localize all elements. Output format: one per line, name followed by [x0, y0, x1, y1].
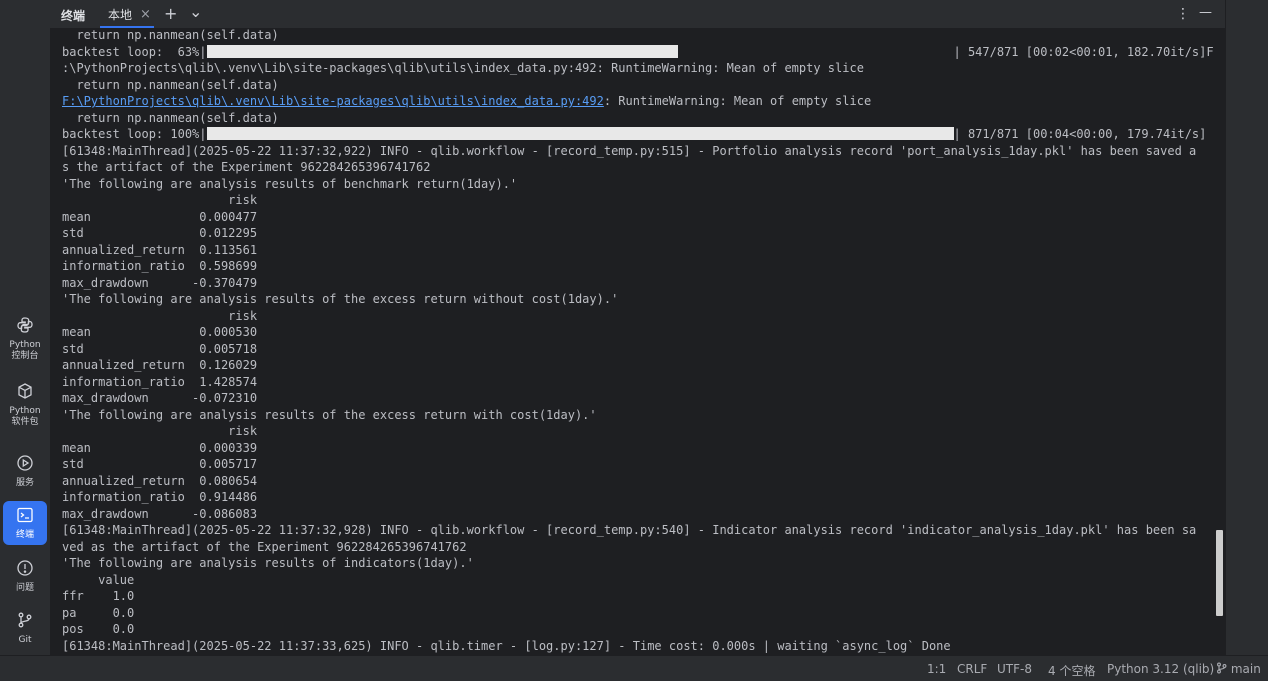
progress-stats: | 547/871 [00:02<00:01, 182.70it/s]F	[953, 44, 1214, 59]
tool-terminal[interactable]: 终端	[3, 501, 47, 545]
terminal-line: information_ratio 0.914486	[62, 490, 258, 504]
tool-label: 服务	[15, 477, 34, 488]
terminal-line: 'The following are analysis results of t…	[62, 407, 597, 422]
terminal-line: 'The following are analysis results of i…	[62, 556, 474, 570]
tool-python-console[interactable]: Python 控制台	[3, 317, 47, 361]
terminal-line: mean 0.000530	[62, 325, 258, 339]
terminal-line: max_drawdown -0.370479	[62, 275, 258, 290]
terminal-lines: return np.nanmean(self.data) backtest loo…	[62, 28, 1214, 654]
git-branch[interactable]: main	[1216, 662, 1261, 676]
terminal-line: 'The following are analysis results of b…	[62, 176, 518, 191]
terminal-header: 终端 本地 × + ⌄ ⋮ —	[50, 0, 1226, 28]
terminal-line: return np.nanmean(self.data)	[62, 28, 279, 42]
terminal-output[interactable]: return np.nanmean(self.data) backtest loo…	[62, 28, 1220, 655]
terminal-line: [61348:MainThread](2025-05-22 11:37:33,6…	[62, 638, 951, 653]
caret-position[interactable]: 1:1	[927, 662, 946, 676]
terminal-line: mean 0.000477	[62, 209, 258, 224]
right-tool-strip	[1225, 0, 1268, 655]
more-options-icon[interactable]: ⋮	[1176, 5, 1190, 23]
tool-label: Python 软件包	[9, 406, 41, 427]
tool-services[interactable]: 服务	[3, 449, 47, 493]
terminal-line: pos 0.0	[62, 622, 135, 636]
terminal-line: std 0.005718	[62, 341, 258, 356]
terminal-line: risk	[62, 308, 258, 323]
terminal-line: mean 0.000339	[62, 440, 258, 455]
terminal-line: pa 0.0	[62, 605, 135, 620]
panel-title: 终端	[61, 9, 86, 23]
terminal-line: [61348:MainThread](2025-05-22 11:37:32,9…	[62, 523, 1197, 537]
python-interpreter[interactable]: Python 3.12 (qlib)	[1107, 662, 1214, 676]
line-text: : RuntimeWarning: Mean of empty slice	[603, 94, 872, 108]
terminal-line: ved as the artifact of the Experiment 96…	[62, 539, 467, 554]
terminal-line: annualized_return 0.126029	[62, 358, 258, 372]
packages-icon	[16, 382, 34, 406]
progress-label: backtest loop: 63%|	[62, 44, 207, 59]
terminal-line: return np.nanmean(self.data)	[62, 110, 279, 125]
add-tab-icon[interactable]: +	[164, 5, 177, 23]
file-link[interactable]: F:\PythonProjects\qlib\.venv\Lib\site-pa…	[62, 94, 604, 108]
line-ending[interactable]: CRLF	[957, 662, 987, 676]
branch-name: main	[1230, 662, 1261, 676]
terminal-line: s the artifact of the Experiment 9622842…	[62, 160, 431, 174]
progress-label: backtest loop: 100%|	[62, 127, 207, 141]
progress-stats: | 871/871 [00:04<00:00, 179.74it/s]	[953, 127, 1207, 141]
tool-label: 问题	[15, 582, 34, 593]
terminal-scrollbar[interactable]	[1216, 530, 1223, 616]
python-icon	[16, 316, 34, 340]
terminal-panel: 终端 本地 × + ⌄ ⋮ — return np.nanmean(self.d…	[50, 0, 1226, 655]
status-bar: 1:1 CRLF UTF-8 4 个空格 Python 3.12 (qlib) …	[0, 655, 1268, 681]
tool-label: Python 控制台	[9, 340, 41, 361]
terminal-line: information_ratio 1.428574	[62, 374, 258, 389]
terminal-line: 'The following are analysis results of t…	[62, 292, 619, 306]
ide-window: Python 控制台 Python 软件包 服务 终端 问题 Git 终端 本地…	[0, 0, 1268, 681]
terminal-line: std 0.012295	[62, 226, 258, 240]
terminal-line: max_drawdown -0.072310	[62, 391, 258, 405]
terminal-line: :\PythonProjects\qlib\.venv\Lib\site-pac…	[62, 61, 864, 75]
progress-bar-fill	[206, 127, 954, 140]
tool-label: 终端	[15, 529, 34, 540]
branch-icon	[1217, 662, 1227, 674]
terminal-line: [61348:MainThread](2025-05-22 11:37:32,9…	[62, 143, 1197, 158]
terminal-line: backtest loop: 63%| | 547/871 [00:02<00:0…	[62, 44, 1214, 61]
indent-setting[interactable]: 4 个空格	[1048, 662, 1095, 679]
terminal-line: value	[62, 572, 135, 587]
close-icon[interactable]: ×	[140, 7, 151, 22]
terminal-line: ffr 1.0	[62, 589, 135, 603]
tool-label: Git	[18, 634, 32, 645]
left-tool-strip: Python 控制台 Python 软件包 服务 终端 问题 Git	[0, 0, 51, 655]
tool-git[interactable]: Git	[3, 606, 47, 650]
terminal-line: F:\PythonProjects\qlib\.venv\Lib\site-pa…	[62, 93, 1214, 110]
terminal-line: annualized_return 0.113561	[62, 242, 258, 257]
terminal-line: backtest loop: 100%| | 871/871 [00:04<00:…	[62, 126, 1214, 143]
chevron-down-icon[interactable]: ⌄	[189, 3, 202, 21]
terminal-line: risk	[62, 424, 258, 438]
terminal-line: information_ratio 0.598699	[62, 259, 258, 273]
problems-icon	[16, 559, 34, 583]
tool-problems[interactable]: 问题	[3, 554, 47, 598]
terminal-line: return np.nanmean(self.data)	[62, 77, 279, 92]
git-icon	[16, 611, 34, 635]
terminal-line: std 0.005717	[62, 457, 258, 471]
terminal-line: risk	[62, 193, 258, 207]
terminal-line: max_drawdown -0.086083	[62, 506, 258, 521]
tab-label: 本地	[108, 7, 133, 22]
tool-python-packages[interactable]: Python 软件包	[3, 383, 47, 427]
progress-bar-fill	[206, 44, 678, 58]
minimize-icon[interactable]: —	[1199, 4, 1212, 22]
file-encoding[interactable]: UTF-8	[997, 662, 1032, 676]
services-icon	[16, 454, 34, 478]
terminal-line: annualized_return 0.080654	[62, 473, 258, 488]
tab-local[interactable]: 本地 ×	[100, 0, 159, 28]
terminal-icon	[16, 506, 34, 530]
